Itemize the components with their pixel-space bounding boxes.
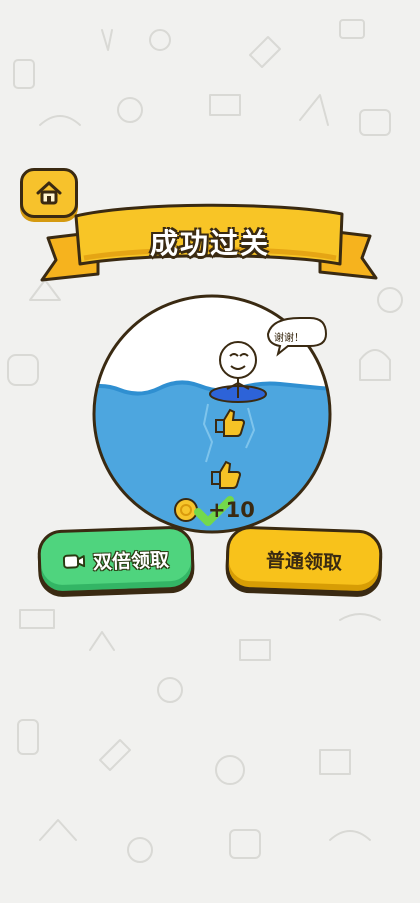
double-claim-button[interactable]: 双倍领取: [36, 525, 196, 595]
video-icon: [62, 554, 86, 569]
speech-text: 谢谢！: [274, 331, 304, 344]
double-claim-label: 双倍领取: [92, 548, 170, 574]
coin-icon: [174, 498, 198, 522]
reward-amount: +10: [208, 498, 255, 522]
normal-claim-button[interactable]: 普通领取: [224, 525, 384, 595]
normal-claim-label: 普通领取: [265, 549, 343, 574]
page-title: 成功过关: [149, 227, 270, 260]
